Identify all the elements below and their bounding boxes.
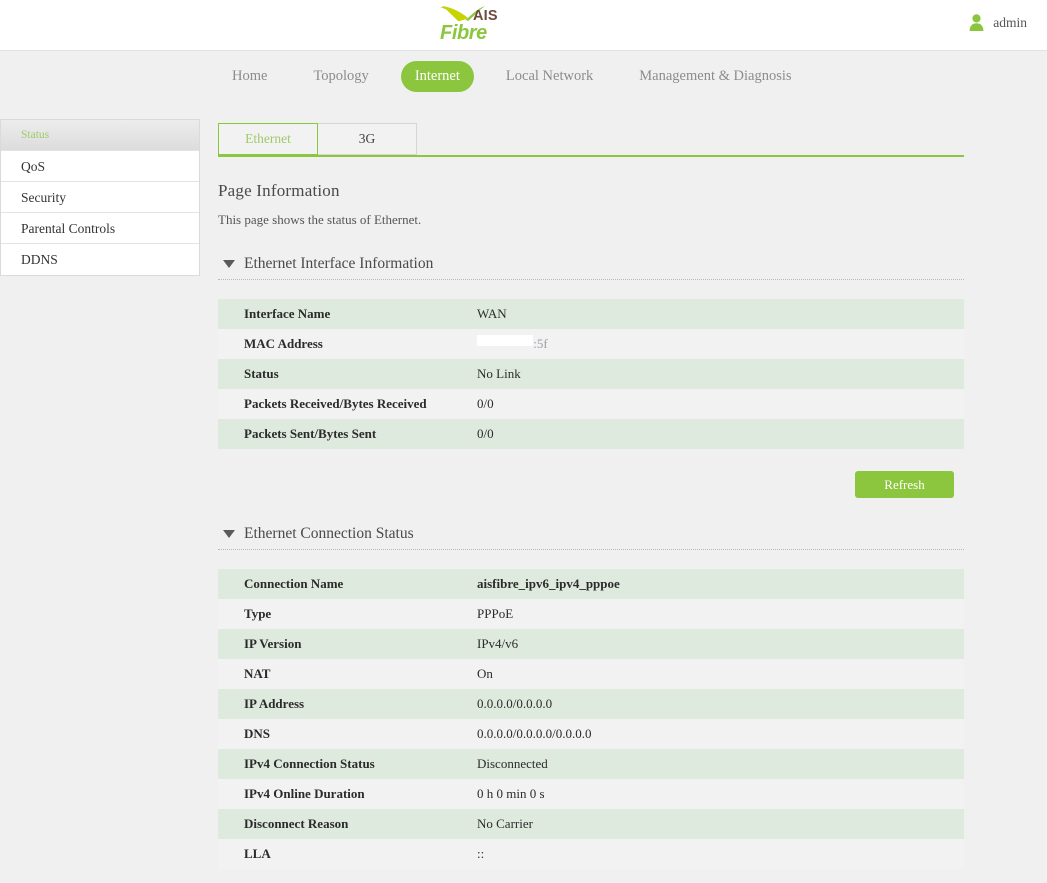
row-key: Type xyxy=(244,606,272,621)
row-value: No Carrier xyxy=(477,816,533,831)
row-value: PPPoE xyxy=(477,606,514,621)
app-header: AIS Fibre admin xyxy=(0,0,1047,51)
row-key: Packets Received/Bytes Received xyxy=(244,396,427,411)
user-icon xyxy=(969,14,984,31)
sidebar: Status QoS Security Parental Controls DDNS xyxy=(0,119,200,276)
sub-tabs: Ethernet 3G xyxy=(218,119,964,155)
row-value: ·············:5f xyxy=(473,329,964,359)
nav-item-internet[interactable]: Internet xyxy=(400,61,474,92)
table-row: DNS 0.0.0.0/0.0.0.0/0.0.0.0 xyxy=(218,719,964,749)
table-row: Packets Received/Bytes Received 0/0 xyxy=(218,389,964,419)
row-value: WAN xyxy=(477,306,507,321)
sidebar-item-qos[interactable]: QoS xyxy=(1,151,199,182)
table-row: LLA:: xyxy=(218,839,964,869)
row-key: MAC Address xyxy=(244,336,323,351)
row-value: 0 h 0 min 0 s xyxy=(477,786,545,801)
sidebar-item-parental-controls[interactable]: Parental Controls xyxy=(1,213,199,244)
table-row: NAT On xyxy=(218,659,964,689)
user-account-area[interactable]: admin xyxy=(969,14,1027,31)
row-key: LLA xyxy=(244,846,271,861)
row-value: 0/0 xyxy=(477,396,494,411)
info-table: Interface Name WAN MAC Address ············… xyxy=(218,299,964,449)
table-row: Disconnect Reason No Carrier xyxy=(218,809,964,839)
refresh-button[interactable]: Refresh xyxy=(855,471,954,498)
row-key: IPv4 Connection Status xyxy=(244,756,375,771)
row-value: No Link xyxy=(477,366,521,381)
sidebar-item-security[interactable]: Security xyxy=(1,182,199,213)
table-row: Status No Link xyxy=(218,359,964,389)
table-row: IP Version IPv4/v6 xyxy=(218,629,964,659)
table-row: MAC Address ·············:5f xyxy=(218,329,964,359)
row-value: Disconnected xyxy=(477,756,548,771)
table-row: Interface Name WAN xyxy=(218,299,964,329)
row-value: On xyxy=(477,666,493,681)
tab-ethernet[interactable]: Ethernet xyxy=(218,123,318,155)
section-header[interactable]: Ethernet Interface Information xyxy=(218,255,964,280)
row-value: aisfibre_ipv6_ipv4_pppoe xyxy=(477,576,620,591)
row-key: NAT xyxy=(244,666,271,681)
tab-3g[interactable]: 3G xyxy=(317,123,417,155)
main-content: Ethernet 3G Page Information This page sh… xyxy=(218,119,964,869)
row-key: Connection Name xyxy=(244,576,344,591)
row-key: Packets Sent/Bytes Sent xyxy=(244,426,377,441)
table-row: Packets Sent/Bytes Sent 0/0 xyxy=(218,419,964,449)
row-key: DNS xyxy=(244,726,271,741)
section-title: Ethernet Interface Information xyxy=(244,255,434,272)
row-key: Interface Name xyxy=(244,306,331,321)
info-table: Connection Name aisfibre_ipv6_ipv4_pppoe T… xyxy=(218,569,964,869)
nav-item-management-diagnosis[interactable]: Management & Diagnosis xyxy=(625,61,805,92)
logo-text-fibre: Fibre xyxy=(440,22,487,44)
nav-item-topology[interactable]: Topology xyxy=(299,61,382,92)
page-subtitle: This page shows the status of Ethernet. xyxy=(218,212,422,227)
sidebar-item-status[interactable]: Status xyxy=(1,120,199,151)
row-value: :: xyxy=(477,846,485,861)
ais-fibre-logo: AIS Fibre xyxy=(440,2,516,46)
row-key: IPv4 Online Duration xyxy=(244,786,365,801)
user-name-label: admin xyxy=(993,14,1027,30)
row-key: Disconnect Reason xyxy=(244,816,349,831)
row-key: IP Address xyxy=(244,696,305,711)
sidebar-item-ddns[interactable]: DDNS xyxy=(1,244,199,275)
nav-item-home[interactable]: Home xyxy=(218,61,281,92)
table-row: Type PPPoE xyxy=(218,599,964,629)
button-row: Refresh xyxy=(218,471,964,498)
row-value: 0.0.0.0/0.0.0.0/0.0.0.0 xyxy=(477,726,592,741)
section-title: Ethernet Connection Status xyxy=(244,525,414,542)
section-connection-status: Ethernet Connection Status Connection Nam… xyxy=(218,525,964,869)
table-row: Connection Name aisfibre_ipv6_ipv4_pppoe xyxy=(218,569,964,599)
row-value: 0/0 xyxy=(477,426,494,441)
main-navigation: Home Topology Internet Local Network Managem… xyxy=(0,51,1047,100)
row-key: Status xyxy=(244,366,279,381)
tabs-underline xyxy=(218,155,964,157)
table-row: IP Address 0.0.0.0/0.0.0.0 xyxy=(218,689,964,719)
redacted-value: ·············:5f xyxy=(477,335,548,351)
caret-down-icon[interactable] xyxy=(223,530,235,538)
page-title: Page Information xyxy=(218,181,340,200)
table-row: IPv4 Connection Status Disconnected xyxy=(218,749,964,779)
caret-down-icon[interactable] xyxy=(223,260,235,268)
section-interface-information: Ethernet Interface Information Interface … xyxy=(218,255,964,498)
row-key: IP Version xyxy=(244,636,302,651)
nav-item-local-network[interactable]: Local Network xyxy=(492,61,607,92)
row-value: 0.0.0.0/0.0.0.0 xyxy=(477,696,553,711)
section-header[interactable]: Ethernet Connection Status xyxy=(218,525,964,550)
table-row: IPv4 Online Duration 0 h 0 min 0 s xyxy=(218,779,964,809)
row-value: IPv4/v6 xyxy=(477,636,519,651)
